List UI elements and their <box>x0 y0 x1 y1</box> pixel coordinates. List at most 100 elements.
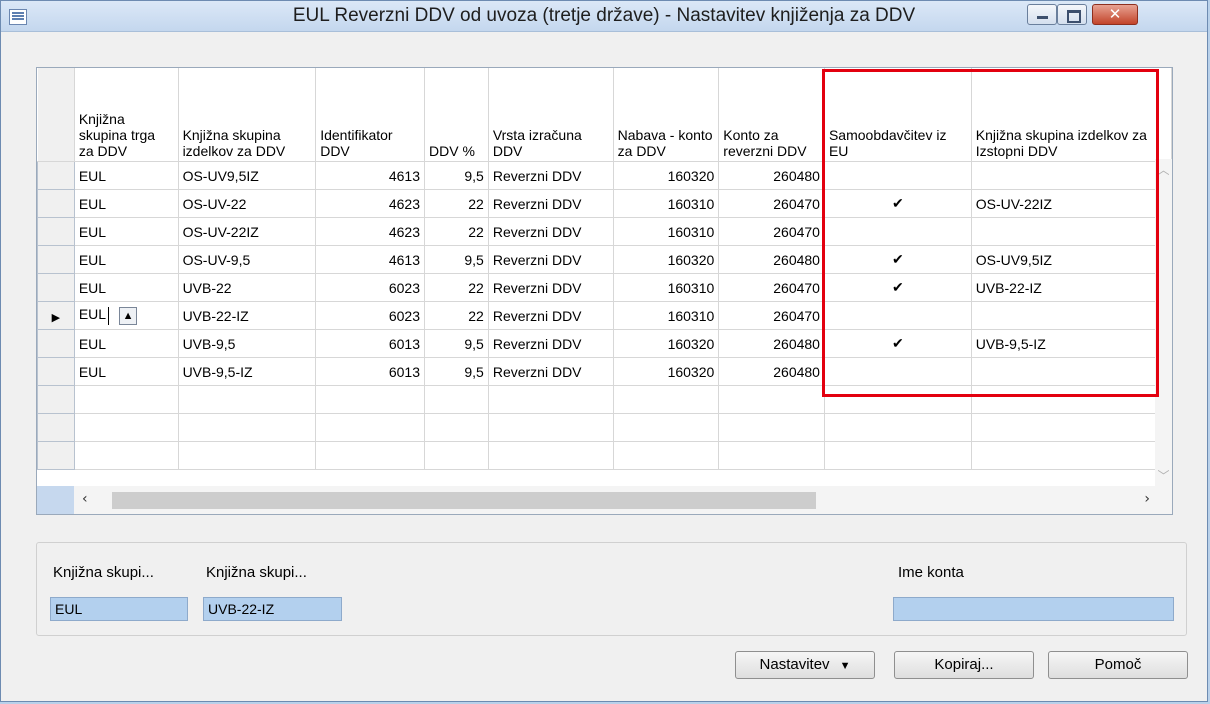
row-selector[interactable] <box>37 189 75 218</box>
empty-row[interactable] <box>37 413 1172 442</box>
cell-vat-bus-group[interactable]: EUL <box>74 273 179 302</box>
cell-vat-bus-group[interactable]: EUL <box>74 245 179 274</box>
empty-cell[interactable] <box>613 385 720 414</box>
cell-reverse-account[interactable]: 260470 <box>718 301 825 330</box>
row-selector-current[interactable]: ▶ <box>37 301 75 330</box>
cell-vat-prod-group[interactable]: OS-UV-9,5 <box>178 245 317 274</box>
cell-vat-calc-type[interactable]: Reverzni DDV <box>488 357 614 386</box>
maximize-button[interactable] <box>1057 4 1087 25</box>
cell-vat-calc-type[interactable]: Reverzni DDV <box>488 189 614 218</box>
cell-output-prod-group[interactable]: OS-UV9,5IZ <box>971 245 1172 274</box>
horizontal-scrollbar[interactable]: ‹ › <box>74 486 1172 514</box>
title-bar[interactable]: EUL Reverzni DDV od uvoza (tretje države… <box>1 1 1207 32</box>
column-header[interactable]: Knjižna skupina izdelkov za DDV <box>178 68 317 162</box>
empty-cell[interactable] <box>824 441 972 470</box>
cell-self-taxation[interactable] <box>824 217 972 246</box>
field-vat-bus-group[interactable]: EUL <box>50 597 188 621</box>
cell-vat-prod-group[interactable]: UVB-9,5-IZ <box>178 357 317 386</box>
cell-purchase-account[interactable]: 160320 <box>613 357 720 386</box>
cell-output-prod-group[interactable] <box>971 217 1172 246</box>
empty-cell[interactable] <box>178 385 317 414</box>
scroll-up-icon[interactable]: ︿ <box>1155 161 1172 178</box>
column-header[interactable]: Identifikator DDV <box>315 68 426 162</box>
empty-cell[interactable] <box>315 441 426 470</box>
cell-output-prod-group[interactable]: OS-UV-22IZ <box>971 189 1172 218</box>
cell-purchase-account[interactable]: 160310 <box>613 301 720 330</box>
cell-purchase-account[interactable]: 160320 <box>613 329 720 358</box>
column-header[interactable]: Nabava - konto za DDV <box>613 68 720 162</box>
table-row-current[interactable]: ▶ EUL ▲ UVB-22-IZ 6023 22 Reverzni DDV 16… <box>37 301 1172 330</box>
cell-vat-identifier[interactable]: 4623 <box>315 189 426 218</box>
empty-cell[interactable] <box>971 413 1172 442</box>
cell-reverse-account[interactable]: 260480 <box>718 329 825 358</box>
cell-vat-bus-group[interactable]: EUL <box>74 329 179 358</box>
empty-cell[interactable] <box>315 385 426 414</box>
cell-reverse-account[interactable]: 260480 <box>718 245 825 274</box>
empty-cell[interactable] <box>74 385 179 414</box>
empty-row[interactable] <box>37 441 1172 470</box>
empty-cell[interactable] <box>718 413 825 442</box>
cell-vat-identifier[interactable]: 6023 <box>315 301 426 330</box>
cell-self-taxation[interactable]: ✔ <box>824 273 972 302</box>
cell-vat-identifier[interactable]: 6013 <box>315 329 426 358</box>
cell-vat-prod-group[interactable]: UVB-9,5 <box>178 329 317 358</box>
cell-vat-calc-type[interactable]: Reverzni DDV <box>488 329 614 358</box>
cell-output-prod-group[interactable] <box>971 357 1172 386</box>
cell-self-taxation[interactable] <box>824 357 972 386</box>
cell-vat-bus-group[interactable]: EUL <box>74 217 179 246</box>
cell-purchase-account[interactable]: 160320 <box>613 161 720 190</box>
row-selector[interactable] <box>37 357 75 386</box>
table-row[interactable]: EUL UVB-9,5 6013 9,5 Reverzni DDV 160320… <box>37 329 1172 358</box>
table-row[interactable]: EUL OS-UV-9,5 4613 9,5 Reverzni DDV 1603… <box>37 245 1172 274</box>
scroll-right-icon[interactable]: › <box>1144 491 1150 507</box>
cell-vat-bus-group[interactable]: EUL ▲ <box>74 301 179 330</box>
cell-vat-percent[interactable]: 9,5 <box>424 161 489 190</box>
table-row[interactable]: EUL OS-UV-22IZ 4623 22 Reverzni DDV 1603… <box>37 217 1172 246</box>
cell-output-prod-group[interactable]: UVB-22-IZ <box>971 273 1172 302</box>
cell-vat-identifier[interactable]: 6013 <box>315 357 426 386</box>
cell-vat-percent[interactable]: 22 <box>424 273 489 302</box>
column-header[interactable]: Knjižna skupina trga za DDV <box>74 68 179 162</box>
empty-cell[interactable] <box>971 385 1172 414</box>
cell-vat-prod-group[interactable]: UVB-22 <box>178 273 317 302</box>
empty-cell[interactable] <box>971 441 1172 470</box>
empty-cell[interactable] <box>613 441 720 470</box>
cell-vat-identifier[interactable]: 4613 <box>315 161 426 190</box>
cell-reverse-account[interactable]: 260470 <box>718 189 825 218</box>
empty-cell[interactable] <box>824 385 972 414</box>
empty-cell[interactable] <box>824 413 972 442</box>
cell-vat-calc-type[interactable]: Reverzni DDV <box>488 301 614 330</box>
row-selector[interactable] <box>37 329 75 358</box>
scrollbar-thumb[interactable] <box>112 492 816 509</box>
row-selector[interactable] <box>37 385 75 414</box>
cell-reverse-account[interactable]: 260470 <box>718 217 825 246</box>
cell-vat-percent[interactable]: 22 <box>424 217 489 246</box>
cell-vat-percent[interactable]: 9,5 <box>424 329 489 358</box>
cell-self-taxation[interactable]: ✔ <box>824 329 972 358</box>
cell-vat-calc-type[interactable]: Reverzni DDV <box>488 161 614 190</box>
cell-self-taxation[interactable]: ✔ <box>824 245 972 274</box>
row-selector[interactable] <box>37 413 75 442</box>
cell-vat-calc-type[interactable]: Reverzni DDV <box>488 273 614 302</box>
cell-output-prod-group[interactable] <box>971 161 1172 190</box>
field-vat-prod-group[interactable]: UVB-22-IZ <box>203 597 342 621</box>
empty-cell[interactable] <box>424 441 489 470</box>
cell-vat-bus-group[interactable]: EUL <box>74 189 179 218</box>
empty-cell[interactable] <box>488 385 614 414</box>
up-arrow-icon[interactable]: ▲ <box>119 306 138 325</box>
cell-reverse-account[interactable]: 260480 <box>718 357 825 386</box>
cell-self-taxation[interactable]: ✔ <box>824 189 972 218</box>
table-row[interactable]: EUL UVB-9,5-IZ 6013 9,5 Reverzni DDV 160… <box>37 357 1172 386</box>
cell-reverse-account[interactable]: 260470 <box>718 273 825 302</box>
scroll-left-icon[interactable]: ‹ <box>82 491 88 507</box>
nastavitev-dropdown-button[interactable]: Nastavitev ▼ <box>735 651 875 679</box>
cell-vat-prod-group[interactable]: OS-UV-22 <box>178 189 317 218</box>
cell-vat-calc-type[interactable]: Reverzni DDV <box>488 245 614 274</box>
cell-output-prod-group[interactable] <box>971 301 1172 330</box>
cell-vat-percent[interactable]: 22 <box>424 301 489 330</box>
row-selector[interactable] <box>37 441 75 470</box>
cell-vat-prod-group[interactable]: UVB-22-IZ <box>178 301 317 330</box>
posting-setup-grid[interactable]: Knjižna skupina trga za DDV Knjižna skup… <box>36 67 1173 515</box>
cell-vat-prod-group[interactable]: OS-UV-22IZ <box>178 217 317 246</box>
cell-vat-percent[interactable]: 9,5 <box>424 245 489 274</box>
